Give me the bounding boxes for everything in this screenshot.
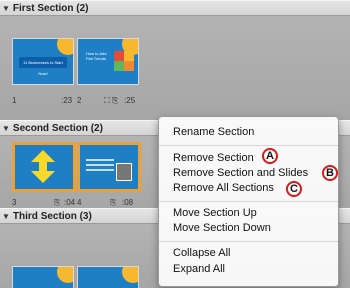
slide-timing: :25: [124, 96, 136, 105]
section-body-first: 11 Businesses to Start Now! 1 :23 How to…: [0, 16, 350, 120]
slide-number: 3: [12, 198, 17, 207]
slide-thumbnail-6[interactable]: [77, 266, 139, 288]
slide-title-text: How to Add Flat Trends: [86, 51, 107, 61]
menu-item-move-section-down[interactable]: Move Section Down: [173, 222, 271, 234]
menu-item-move-section-up[interactable]: Move Section Up: [173, 207, 257, 219]
section-context-menu: Rename Section Remove Section Remove Sec…: [158, 116, 339, 287]
text-lines-graphic: [86, 159, 114, 174]
menu-item-remove-all-sections[interactable]: Remove All Sections: [173, 182, 274, 194]
menu-item-collapse-all[interactable]: Collapse All: [173, 247, 230, 259]
transition-icon: ⎘: [54, 198, 61, 207]
expand-triangle-icon[interactable]: ▼: [2, 124, 10, 133]
sun-graphic: [57, 39, 73, 55]
slide-thumbnail-4[interactable]: [77, 142, 141, 192]
menu-item-expand-all[interactable]: Expand All: [173, 263, 225, 275]
arrow-down-graphic: [31, 171, 55, 183]
section-header-first[interactable]: ▼ First Section (2): [0, 0, 350, 16]
callout-b: B: [322, 165, 338, 181]
section-title: First Section (2): [12, 2, 89, 14]
transition-icon: ⎘: [110, 198, 117, 207]
transition-icon: ⛶ ⎘: [104, 96, 119, 105]
slide-title-text: 11 Businesses to Start Now!: [19, 57, 67, 76]
slide-timing: :23: [61, 96, 73, 105]
slide-number: 1: [12, 96, 17, 105]
slide-timing: :08: [122, 198, 134, 207]
menu-separator: [159, 145, 338, 146]
slide-number: 2: [77, 96, 82, 105]
sun-graphic: [122, 267, 138, 283]
callout-c: C: [286, 181, 302, 197]
photo-graphic: [116, 163, 132, 181]
slide-number: 4: [77, 198, 82, 207]
expand-triangle-icon[interactable]: ▼: [2, 212, 10, 221]
callout-a: A: [262, 148, 278, 164]
expand-triangle-icon[interactable]: ▼: [2, 4, 10, 13]
menu-item-remove-section-and-slides[interactable]: Remove Section and Slides: [173, 167, 308, 179]
menu-item-remove-section[interactable]: Remove Section: [173, 152, 254, 164]
slide-thumbnail-5[interactable]: [12, 266, 74, 288]
section-title: Second Section (2): [12, 122, 103, 134]
section-title: Third Section (3): [12, 210, 92, 222]
menu-item-rename-section[interactable]: Rename Section: [173, 126, 254, 138]
puzzle-graphic: [114, 51, 134, 71]
slide-timing: :04: [64, 198, 76, 207]
sun-graphic: [57, 267, 73, 283]
slide-thumbnail-3[interactable]: [12, 142, 76, 192]
menu-separator: [159, 201, 338, 202]
menu-separator: [159, 241, 338, 242]
slide-thumbnail-2[interactable]: How to Add Flat Trends: [77, 38, 139, 85]
slide-thumbnail-1[interactable]: 11 Businesses to Start Now!: [12, 38, 74, 85]
